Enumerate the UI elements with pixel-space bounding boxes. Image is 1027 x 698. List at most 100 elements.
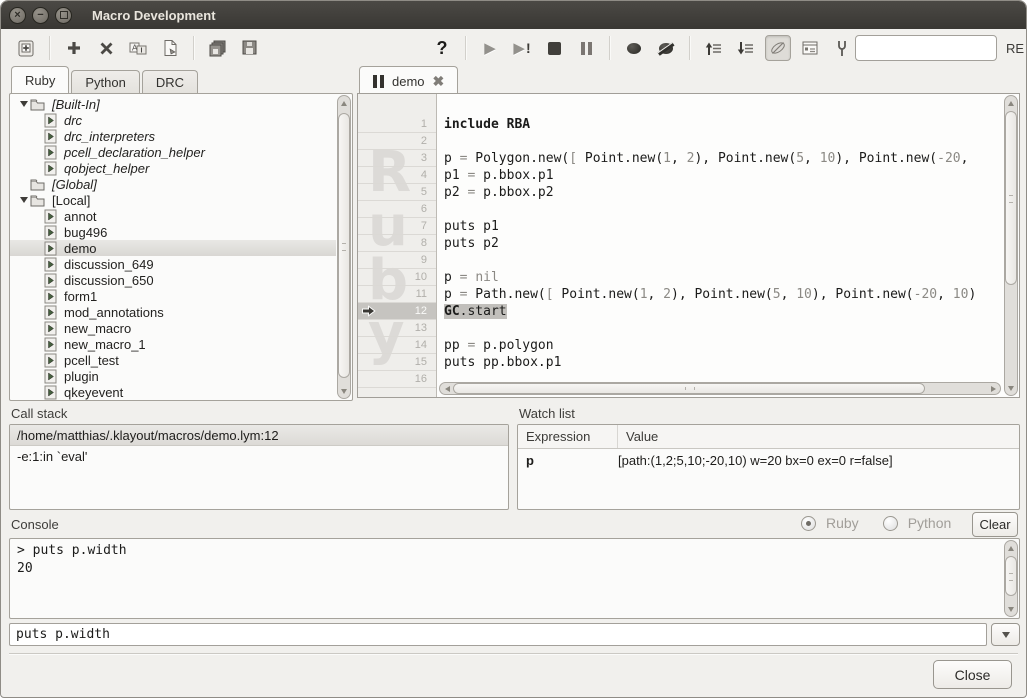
gutter-line-number[interactable]: 12 [358, 303, 436, 320]
editor-hscrollbar-thumb[interactable] [453, 383, 925, 394]
step-over-button[interactable] [701, 35, 727, 61]
tree-item-built-in[interactable]: [Built-In] [10, 96, 336, 112]
scroll-down-arrow-icon[interactable] [338, 385, 350, 397]
window-minimize-button[interactable]: − [32, 7, 49, 24]
tab-python[interactable]: Python [71, 70, 139, 93]
gutter-line-number[interactable]: 10 [358, 269, 436, 286]
clear-breakpoints-button[interactable] [653, 35, 679, 61]
radio-python[interactable] [883, 516, 898, 531]
help-button[interactable]: ? [429, 35, 455, 61]
watch-list-table: Expression Value p[path:(1,2;5,10;-20,10… [517, 424, 1020, 510]
tree-item-annot[interactable]: annot [10, 208, 336, 224]
pause-button[interactable] [573, 35, 599, 61]
tree-item-new-macro[interactable]: new_macro [10, 320, 336, 336]
editor-scrollbar-thumb[interactable] [1005, 111, 1017, 285]
scroll-up-arrow-icon[interactable] [1005, 542, 1017, 554]
set-breakpoint-button[interactable] [621, 35, 647, 61]
setup-button[interactable] [829, 35, 855, 61]
tree-item-drc-interpreters[interactable]: drc_interpreters [10, 128, 336, 144]
tree-scrollbar-thumb[interactable] [338, 113, 350, 378]
window-maximize-button[interactable] [55, 7, 72, 24]
rename-macro-button[interactable]: A [125, 35, 151, 61]
folder-icon [30, 98, 45, 111]
save-all-button[interactable] [205, 35, 231, 61]
tab-demo[interactable]: demo ✖ [359, 66, 458, 93]
call-stack-item[interactable]: -e:1:in `eval' [10, 446, 508, 467]
gutter-line-number[interactable]: 1 [358, 116, 436, 133]
radio-ruby[interactable] [801, 516, 816, 531]
scroll-right-arrow-icon[interactable] [987, 383, 999, 394]
window-close-button[interactable]: × [9, 7, 26, 24]
tree-item-qobject-helper[interactable]: qobject_helper [10, 160, 336, 176]
expander-icon[interactable] [18, 101, 30, 107]
tree-item-local[interactable]: [Local] [10, 192, 336, 208]
step-into-button[interactable] [733, 35, 759, 61]
tree-item-form1[interactable]: form1 [10, 288, 336, 304]
editor-vertical-scrollbar[interactable] [1004, 95, 1018, 396]
tree-item-global[interactable]: [Global] [10, 176, 336, 192]
minimize-icon: − [37, 10, 43, 21]
delete-macro-button[interactable] [93, 35, 119, 61]
editor-horizontal-scrollbar[interactable] [439, 382, 1001, 395]
gutter-line-number[interactable]: 6 [358, 201, 436, 218]
gutter-line-number[interactable]: 9 [358, 252, 436, 269]
tree-item-qkeyevent[interactable]: qkeyevent [10, 384, 336, 400]
import-macro-button[interactable] [157, 35, 183, 61]
gutter-line-number[interactable]: 2 [358, 133, 436, 150]
gutter-line-number[interactable]: 16 [358, 371, 436, 388]
tree-item-drc[interactable]: drc [10, 112, 336, 128]
column-header-value[interactable]: Value [618, 425, 658, 448]
console-scrollbar-thumb[interactable] [1005, 556, 1017, 596]
scroll-down-arrow-icon[interactable] [1005, 603, 1017, 615]
expander-icon[interactable] [18, 197, 30, 203]
tree-item-bug496[interactable]: bug496 [10, 224, 336, 240]
tree-item-mod-annotations[interactable]: mod_annotations [10, 304, 336, 320]
editor-gutter[interactable]: Ruby 12345678910111213141516 [358, 94, 437, 397]
scroll-up-arrow-icon[interactable] [338, 97, 350, 109]
search-input[interactable] [855, 35, 997, 61]
console-history-dropdown-button[interactable] [991, 623, 1020, 646]
tree-item-pcell-declaration-helper[interactable]: pcell_declaration_helper [10, 144, 336, 160]
properties-button[interactable] [797, 35, 823, 61]
tree-item-discussion-649[interactable]: discussion_649 [10, 256, 336, 272]
call-stack-item[interactable]: /home/matthias/.klayout/macros/demo.lym:… [10, 425, 508, 446]
gutter-line-number[interactable]: 11 [358, 286, 436, 303]
tab-ruby[interactable]: Ruby [11, 66, 69, 93]
watch-row[interactable]: p[path:(1,2;5,10;-20,10) w=20 bx=0 ex=0 … [518, 449, 1019, 472]
gutter-line-number[interactable]: 7 [358, 218, 436, 235]
tree-item-pcell-test[interactable]: pcell_test [10, 352, 336, 368]
column-header-expression[interactable]: Expression [518, 425, 618, 448]
step-into-icon [737, 40, 755, 57]
tab-close-icon[interactable]: ✖ [433, 73, 445, 90]
tab-drc[interactable]: DRC [142, 70, 198, 93]
gutter-line-number[interactable]: 8 [358, 235, 436, 252]
run-button[interactable]: ▶ [477, 35, 503, 61]
interpreter-radio-group: RubyPython [801, 515, 965, 531]
clear-console-button[interactable]: Clear [972, 512, 1018, 537]
macro-file-icon [44, 209, 57, 224]
ruby-interpreter-toggle[interactable] [765, 35, 791, 61]
gutter-line-number[interactable]: 15 [358, 354, 436, 371]
console-vertical-scrollbar[interactable] [1004, 540, 1018, 617]
tree-item-plugin[interactable]: plugin [10, 368, 336, 384]
scroll-up-arrow-icon[interactable] [1005, 97, 1017, 109]
gutter-line-number[interactable]: 4 [358, 167, 436, 184]
stop-button[interactable] [541, 35, 567, 61]
run-current-button[interactable]: ▶! [509, 35, 535, 61]
gutter-line-number[interactable]: 14 [358, 337, 436, 354]
scroll-down-arrow-icon[interactable] [1005, 382, 1017, 394]
console-input[interactable] [9, 623, 987, 646]
tree-item-demo[interactable]: demo [10, 240, 336, 256]
editor-text-area[interactable]: include RBAp = Polygon.new([ Point.new(1… [437, 94, 1003, 397]
gutter-line-number[interactable]: 5 [358, 184, 436, 201]
tree-item-discussion-650[interactable]: discussion_650 [10, 272, 336, 288]
gutter-line-number[interactable]: 13 [358, 320, 436, 337]
add-location-button[interactable] [13, 35, 39, 61]
gutter-line-number[interactable]: 3 [358, 150, 436, 167]
tree-vertical-scrollbar[interactable] [337, 95, 351, 399]
tree-item-new-macro-1[interactable]: new_macro_1 [10, 336, 336, 352]
scroll-left-arrow-icon[interactable] [441, 383, 453, 394]
new-macro-button[interactable] [61, 35, 87, 61]
close-button[interactable]: Close [933, 660, 1012, 689]
save-button[interactable] [237, 35, 263, 61]
